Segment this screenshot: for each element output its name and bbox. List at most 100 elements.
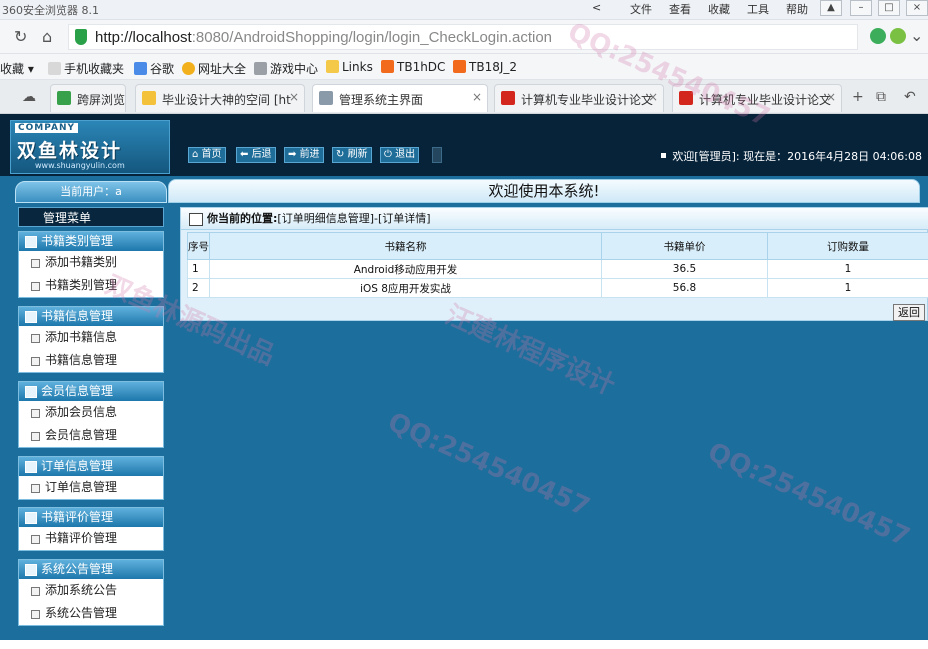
order-detail-table: 序号 书籍名称 书籍单价 订购数量 1 Android移动应用开发 36.5 1… [187, 232, 928, 298]
fav-collect[interactable]: 收藏 ▾ [0, 60, 34, 77]
close-tab-icon[interactable]: × [826, 90, 836, 104]
column-header-book-name: 书籍名称 [210, 233, 602, 260]
table-row: 1 Android移动应用开发 36.5 1 [188, 260, 928, 279]
group-title[interactable]: 书籍信息管理 [19, 307, 163, 326]
skin-icon[interactable]: ▲ [820, 0, 842, 16]
tab-bar: ☁ 跨屏浏览 毕业设计大神的空间 [ht× 管理系统主界面× 计算机专业毕业设计… [0, 80, 928, 114]
tab-admin-main[interactable]: 管理系统主界面× [312, 84, 488, 112]
welcome-title: 欢迎使用本系统! [168, 179, 920, 203]
accelerate-icon[interactable] [870, 28, 886, 44]
menu-item-add-member[interactable]: 添加会员信息 [19, 401, 163, 424]
menu-item-add-book[interactable]: 添加书籍信息 [19, 326, 163, 349]
column-header-price: 书籍单价 [602, 233, 768, 260]
group-title[interactable]: 书籍评价管理 [19, 508, 163, 527]
breadcrumb-path: [订单明细信息管理]-[订单详情] [277, 212, 430, 225]
current-user: 当前用户：a [15, 181, 167, 203]
menu-title: 管理菜单 [18, 207, 164, 227]
cell-price: 56.8 [602, 279, 768, 298]
fav-games[interactable]: 游戏中心 [254, 60, 318, 77]
menu-item-order-manage[interactable]: 订单信息管理 [19, 476, 163, 499]
fav-sites[interactable]: 网址大全 [182, 60, 246, 77]
logo-company: COMPANY [15, 123, 78, 133]
home-button[interactable]: ⌂ 首页 [188, 147, 226, 163]
forward-nav-button[interactable]: ➡ 前进 [284, 147, 324, 163]
url-input[interactable]: http://localhost:8080/AndroidShopping/lo… [68, 24, 858, 50]
group-book-info: 书籍信息管理 添加书籍信息 书籍信息管理 [18, 306, 164, 373]
cloud-icon[interactable]: ☁ [22, 89, 36, 105]
group-order-info: 订单信息管理 订单信息管理 [18, 456, 164, 500]
address-bar: ↻ ⌂ http://localhost:8080/AndroidShoppin… [0, 20, 928, 54]
cell-book-name: iOS 8应用开发实战 [210, 279, 602, 298]
home-icon[interactable]: ⌂ [42, 27, 52, 46]
cell-price: 36.5 [602, 260, 768, 279]
group-title[interactable]: 订单信息管理 [19, 457, 163, 476]
return-button[interactable]: 返回 [893, 304, 925, 321]
menu-tools[interactable]: 工具 [747, 1, 769, 17]
close-window-icon[interactable]: × [906, 0, 928, 16]
browser-title-bar: 360安全浏览器 8.1 < 文件 查看 收藏 工具 帮助 ▲ – □ × [0, 0, 928, 20]
restore-tab-icon[interactable]: ⧉ [876, 89, 886, 105]
table-row: 2 iOS 8应用开发实战 56.8 1 [188, 279, 928, 298]
fav-google[interactable]: 谷歌 [134, 60, 174, 77]
menu-help[interactable]: 帮助 [786, 1, 808, 17]
url-path: :8080/AndroidShopping/login/login_CheckL… [192, 29, 552, 46]
fav-tb1[interactable]: TB1hDC [381, 60, 445, 74]
favorites-bar: 收藏 ▾ 手机收藏夹 谷歌 网址大全 游戏中心 Links TB1hDC TB1… [0, 54, 928, 80]
group-title[interactable]: 系统公告管理 [19, 560, 163, 579]
tab-blog[interactable]: 毕业设计大神的空间 [ht× [135, 84, 305, 112]
tab-thesis-1[interactable]: 计算机专业毕业设计论文× [494, 84, 664, 112]
menu-back-icon[interactable]: < [592, 1, 601, 14]
close-tab-icon[interactable]: × [289, 90, 299, 104]
main-area: 欢迎使用本系统! 你当前的位置:[订单明细信息管理]-[订单详情] 序号 书籍名… [168, 179, 928, 649]
menu-item-member-manage[interactable]: 会员信息管理 [19, 424, 163, 447]
group-title[interactable]: 书籍类别管理 [19, 232, 163, 251]
group-book-category: 书籍类别管理 添加书籍类别 书籍类别管理 [18, 231, 164, 298]
breadcrumb-label: 你当前的位置: [207, 212, 277, 225]
column-header-index: 序号 [188, 233, 210, 260]
logo-website: www.shuangyulin.com [35, 161, 125, 170]
menu-item-add-notice[interactable]: 添加系统公告 [19, 579, 163, 602]
menu-item-notice-manage[interactable]: 系统公告管理 [19, 602, 163, 625]
minimize-icon[interactable]: – [850, 0, 872, 16]
url-host: http://localhost [95, 29, 192, 46]
new-tab-icon[interactable]: + [852, 89, 864, 105]
menu-item-book-manage[interactable]: 书籍信息管理 [19, 349, 163, 372]
cell-quantity: 1 [768, 279, 928, 298]
site-header: COMPANY 双鱼林设计 www.shuangyulin.com ⌂ 首页 ⬅… [0, 114, 928, 176]
cell-book-name: Android移动应用开发 [210, 260, 602, 279]
fav-links[interactable]: Links [326, 60, 373, 74]
page-content: COMPANY 双鱼林设计 www.shuangyulin.com ⌂ 首页 ⬅… [0, 114, 928, 640]
order-detail-panel: 你当前的位置:[订单明细信息管理]-[订单详情] 序号 书籍名称 书籍单价 订购… [180, 207, 928, 321]
tab-thesis-2[interactable]: 计算机专业毕业设计论文× [672, 84, 842, 112]
group-title[interactable]: 会员信息管理 [19, 382, 163, 401]
chevron-down-icon[interactable]: ⌄ [910, 26, 923, 45]
site-logo: COMPANY 双鱼林设计 www.shuangyulin.com [10, 120, 170, 174]
tab-cross-screen[interactable]: 跨屏浏览 [50, 84, 126, 112]
fav-mobile[interactable]: 手机收藏夹 [48, 60, 124, 77]
cell-quantity: 1 [768, 260, 928, 279]
menu-view[interactable]: 查看 [669, 1, 691, 17]
group-member-info: 会员信息管理 添加会员信息 会员信息管理 [18, 381, 164, 448]
menu-item-book-category-manage[interactable]: 书籍类别管理 [19, 274, 163, 297]
fav-tb2[interactable]: TB18J_2 [453, 60, 517, 74]
menu-file[interactable]: 文件 [630, 1, 652, 17]
menu-favorites[interactable]: 收藏 [708, 1, 730, 17]
menu-item-review-manage[interactable]: 书籍评价管理 [19, 527, 163, 550]
refresh-icon[interactable]: ↻ [14, 27, 27, 46]
back-nav-button[interactable]: ⬅ 后退 [236, 147, 276, 163]
close-tab-icon[interactable]: × [472, 90, 482, 104]
menu-item-add-book-category[interactable]: 添加书籍类别 [19, 251, 163, 274]
group-notice: 系统公告管理 添加系统公告 系统公告管理 [18, 559, 164, 626]
security-shield-icon [75, 29, 87, 45]
breadcrumb: 你当前的位置:[订单明细信息管理]-[订单详情] [181, 208, 928, 230]
undo-close-icon[interactable]: ↶ [904, 89, 916, 105]
maximize-icon[interactable]: □ [878, 0, 900, 16]
cell-index: 2 [188, 279, 210, 298]
close-tab-icon[interactable]: × [648, 90, 658, 104]
leaf-icon[interactable] [890, 28, 906, 44]
refresh-button[interactable]: ↻ 刷新 [332, 147, 372, 163]
separator-icon [432, 147, 442, 163]
column-header-quantity: 订购数量 [768, 233, 928, 260]
logout-button[interactable]: ⏻ 退出 [380, 147, 419, 163]
logo-brand: 双鱼林设计 [17, 136, 122, 163]
